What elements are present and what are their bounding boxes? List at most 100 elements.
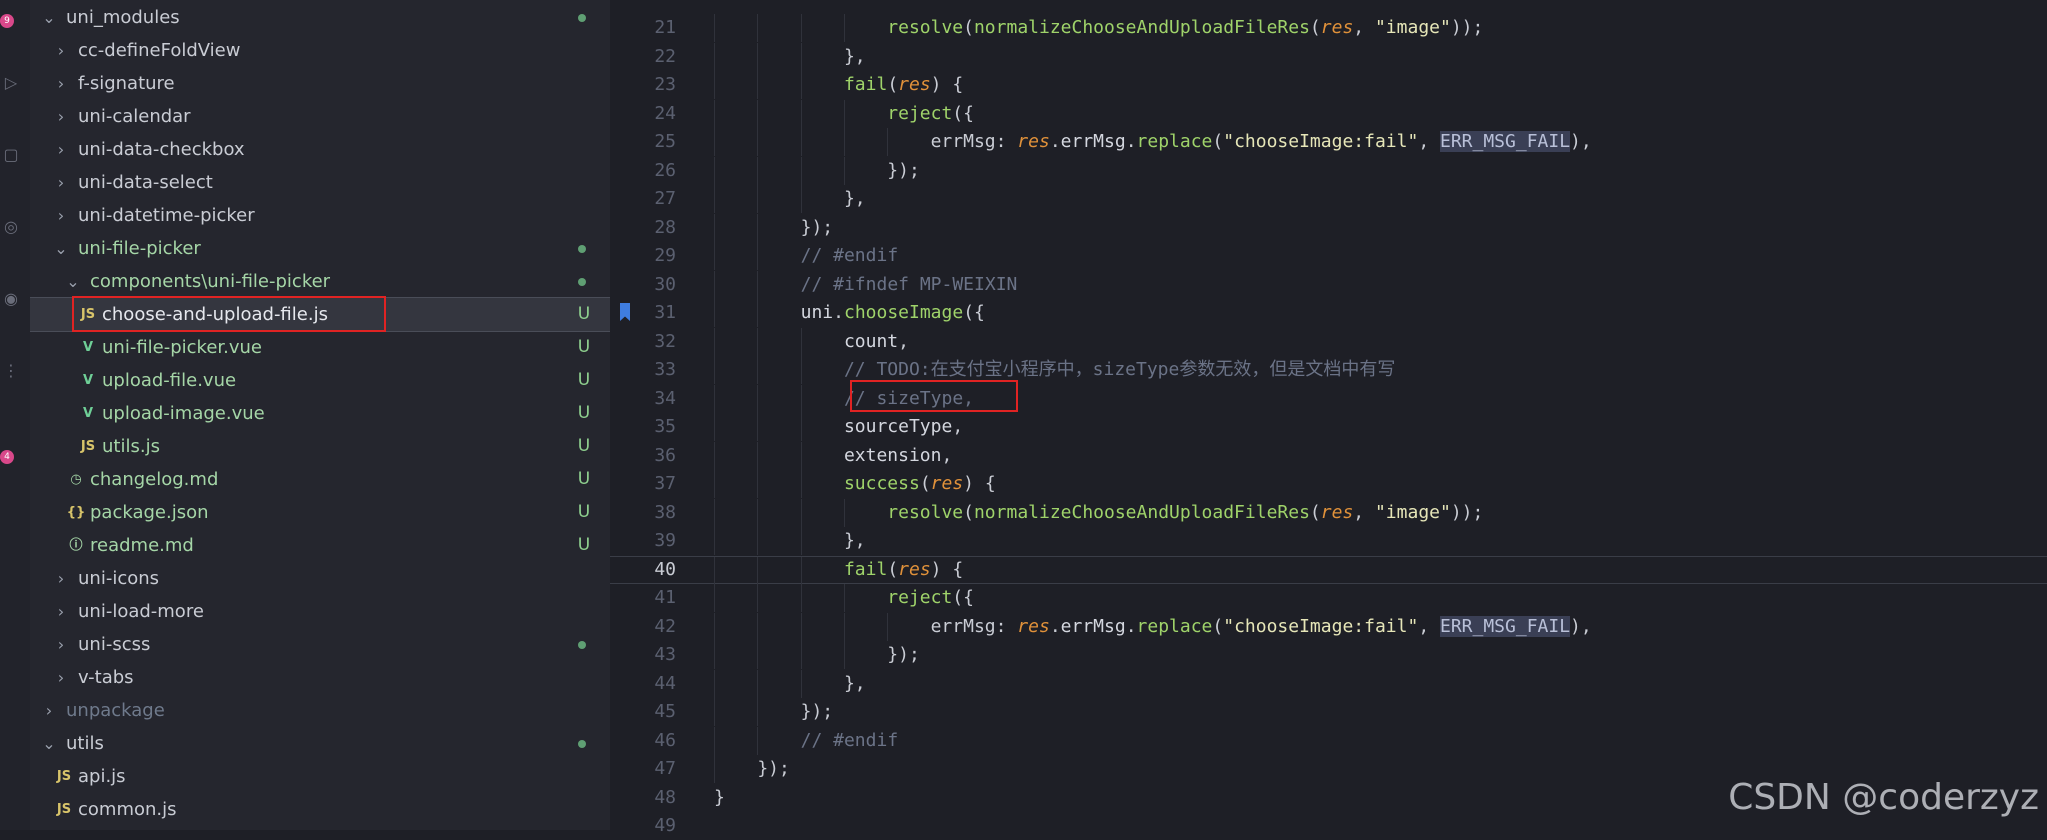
code-line[interactable]: 30 // #ifndef MP-WEIXIN bbox=[610, 270, 2047, 299]
code-line[interactable]: 42 errMsg: res.errMsg.replace("chooseImag… bbox=[610, 612, 2047, 641]
code-token: // #endif bbox=[800, 245, 899, 266]
chevron-right-icon[interactable]: › bbox=[54, 34, 68, 67]
code-line[interactable]: 43}); bbox=[610, 641, 2047, 669]
explorer-item[interactable]: › cc-defineFoldView bbox=[30, 34, 610, 67]
explorer-item[interactable]: › uni-icons bbox=[30, 562, 610, 595]
code-line[interactable]: 39}, bbox=[610, 527, 2047, 555]
chevron-down-icon[interactable]: ⌄ bbox=[54, 232, 68, 265]
code-line[interactable]: 27}, bbox=[610, 185, 2047, 213]
code-token: }); bbox=[887, 644, 920, 665]
explorer-item-label: upload-image.vue bbox=[102, 403, 265, 424]
indent-guide bbox=[714, 384, 715, 413]
code-token: ( bbox=[963, 17, 974, 38]
code-line[interactable]: 38 resolve(normalizeChooseAndUploadFileRe… bbox=[610, 498, 2047, 527]
code-line[interactable]: 33 // TODO:在支付宝小程序中，sizeType参数无效，但是文档中有写 bbox=[610, 356, 2047, 384]
git-status-untracked: U bbox=[577, 304, 591, 324]
chevron-right-icon[interactable]: › bbox=[54, 199, 68, 232]
indent-guide bbox=[757, 128, 759, 156]
chevron-right-icon[interactable]: › bbox=[54, 166, 68, 199]
code-editor[interactable]: 21 resolve(normalizeChooseAndUploadFileRe… bbox=[610, 0, 2047, 836]
explorer-item[interactable]: JS common.js bbox=[30, 793, 610, 826]
chevron-down-icon[interactable]: ⌄ bbox=[66, 265, 80, 298]
explorer-item[interactable]: Vuni-file-picker.vue U bbox=[30, 331, 610, 364]
explorer-item[interactable]: ⌄ utils bbox=[30, 727, 610, 760]
explorer-item[interactable]: › uni-data-select bbox=[30, 166, 610, 199]
code-token: , bbox=[1353, 501, 1375, 523]
explorer-item[interactable]: ⌄ components\uni-file-picker bbox=[30, 265, 610, 298]
code-line[interactable]: 32 count, bbox=[610, 327, 2047, 356]
code-line[interactable]: 31 uni.chooseImage({ bbox=[610, 299, 2047, 327]
indent-guide bbox=[757, 42, 759, 71]
explorer-item-label: uni-data-checkbox bbox=[78, 139, 245, 160]
run-debug-icon[interactable]: ▷ bbox=[2, 74, 20, 92]
explorer-item[interactable]: JS api.js bbox=[30, 760, 610, 793]
code-line[interactable]: 44}, bbox=[610, 669, 2047, 698]
chevron-right-icon[interactable]: › bbox=[54, 100, 68, 133]
explorer-item[interactable]: ◷ changelog.md U bbox=[30, 463, 610, 496]
chevron-right-icon[interactable]: › bbox=[54, 661, 68, 694]
explorer-item[interactable]: › uni-scss bbox=[30, 628, 610, 661]
explorer-item[interactable]: JS utils.js U bbox=[30, 430, 610, 463]
indent-guide bbox=[800, 584, 802, 612]
extensions-icon[interactable]: ▢ bbox=[2, 146, 20, 164]
remote-icon[interactable]: ◎ bbox=[2, 218, 20, 236]
code-line[interactable]: 34 // sizeType, bbox=[610, 384, 2047, 413]
code-line[interactable]: 23 fail(res) { bbox=[610, 71, 2047, 99]
explorer-item[interactable]: › uni-datetime-picker bbox=[30, 199, 610, 232]
code-line[interactable]: 37 success(res) { bbox=[610, 470, 2047, 498]
chevron-down-icon[interactable]: ⌄ bbox=[42, 727, 56, 760]
code-line[interactable]: 41 reject({ bbox=[610, 584, 2047, 612]
code-token: ) { bbox=[930, 74, 964, 95]
explorer-item[interactable]: › v-tabs bbox=[30, 661, 610, 694]
code-line[interactable]: 35 sourceType, bbox=[610, 413, 2047, 441]
chevron-down-icon[interactable]: ⌄ bbox=[42, 1, 56, 34]
code-line[interactable]: 24 reject({ bbox=[610, 99, 2047, 128]
code-line[interactable]: 29 // #endif bbox=[610, 242, 2047, 270]
explorer-item-label: uni-calendar bbox=[78, 106, 191, 127]
code-token: uni bbox=[800, 302, 834, 323]
chevron-right-icon[interactable]: › bbox=[54, 133, 68, 166]
explorer-item[interactable]: Vupload-image.vue U bbox=[30, 397, 610, 430]
explorer-item[interactable]: ⌄ uni_modules bbox=[30, 1, 610, 34]
code-line[interactable]: 26}); bbox=[610, 156, 2047, 185]
chevron-right-icon[interactable]: › bbox=[54, 595, 68, 628]
explorer-item[interactable]: ⓘ readme.md U bbox=[30, 529, 610, 562]
indent-guide bbox=[714, 327, 715, 356]
line-number: 46 bbox=[654, 729, 676, 751]
code-line[interactable]: 46 // #endif bbox=[610, 726, 2047, 755]
chevron-right-icon[interactable]: › bbox=[54, 562, 68, 595]
code-line[interactable]: 36 extension, bbox=[610, 441, 2047, 470]
explorer-item[interactable]: › uni-data-checkbox bbox=[30, 133, 610, 166]
explorer-item-label: uni-icons bbox=[78, 568, 160, 589]
chevron-right-icon[interactable]: › bbox=[42, 694, 56, 727]
indent-guide bbox=[757, 413, 759, 441]
code-line[interactable]: 21 resolve(normalizeChooseAndUploadFileRe… bbox=[610, 14, 2047, 42]
explorer-item[interactable]: › uni-calendar bbox=[30, 100, 610, 133]
chevron-right-icon[interactable]: › bbox=[54, 67, 68, 100]
code-line[interactable]: 28}); bbox=[610, 213, 2047, 242]
explorer-item[interactable]: › uni-load-more bbox=[30, 595, 610, 628]
code-token: ) { bbox=[963, 473, 996, 494]
explorer-item[interactable]: › f-signature bbox=[30, 67, 610, 100]
chevron-right-icon[interactable]: › bbox=[54, 628, 68, 661]
code-line[interactable]: 22}, bbox=[610, 42, 2047, 71]
code-line[interactable]: 40 fail(res) { bbox=[610, 555, 2047, 585]
code-text: fail(res) { bbox=[844, 557, 963, 583]
code-line[interactable]: 45}); bbox=[610, 698, 2047, 726]
indent-guide bbox=[800, 14, 802, 42]
code-text: } bbox=[714, 784, 725, 812]
more-icon[interactable]: ⋮ bbox=[2, 362, 20, 380]
explorer-item[interactable]: › unpackage bbox=[30, 694, 610, 727]
git-status-untracked: U bbox=[577, 469, 591, 489]
code-token: ( bbox=[963, 501, 974, 523]
explorer-item[interactable]: Vupload-file.vue U bbox=[30, 364, 610, 397]
explorer-item[interactable]: ⌄ uni-file-picker bbox=[30, 232, 610, 265]
explorer-item[interactable]: {} package.json U bbox=[30, 496, 610, 529]
account-icon[interactable]: ◉ bbox=[2, 290, 20, 308]
code-line[interactable]: 25 errMsg: res.errMsg.replace("chooseImag… bbox=[610, 128, 2047, 156]
indent-guide bbox=[714, 698, 715, 726]
line-number: 21 bbox=[654, 17, 676, 38]
indent-guide bbox=[843, 612, 845, 641]
line-number: 42 bbox=[654, 615, 676, 637]
explorer-item[interactable]: JS choose-and-upload-file.js U bbox=[30, 297, 610, 332]
